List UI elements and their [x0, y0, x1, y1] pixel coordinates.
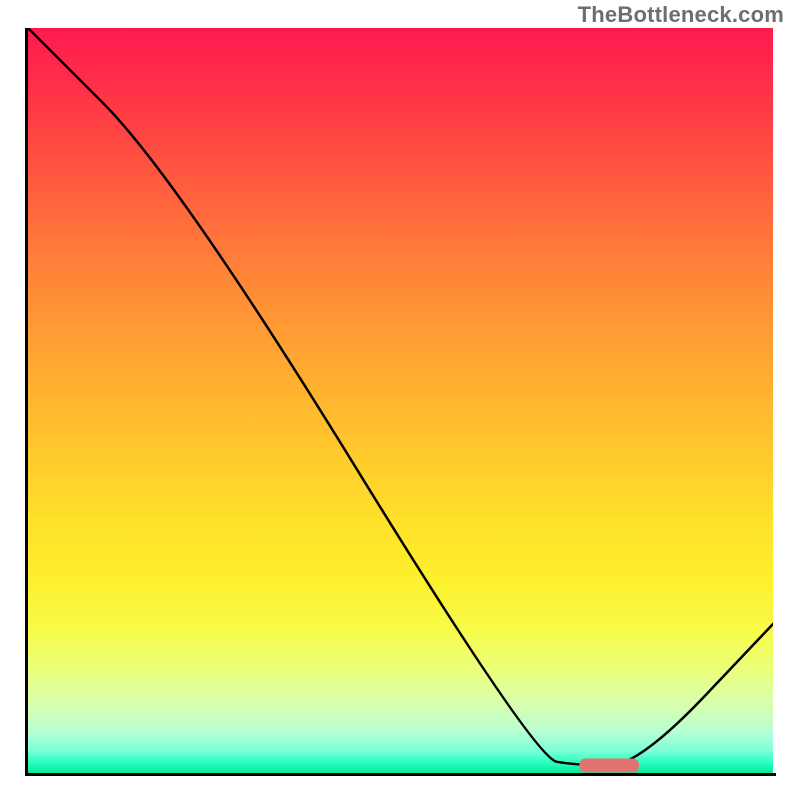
x-axis-line — [25, 773, 776, 776]
plot-area — [28, 28, 773, 773]
chart-container: TheBottleneck.com — [0, 0, 800, 800]
watermark-text: TheBottleneck.com — [578, 2, 784, 28]
optimal-range-marker — [28, 28, 773, 773]
